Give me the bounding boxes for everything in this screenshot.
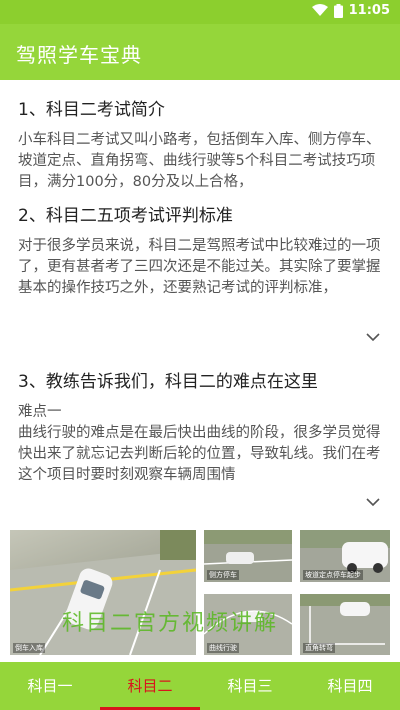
tab-subject-one[interactable]: 科目一	[0, 662, 100, 710]
banner-image-right-angle-turn[interactable]: 直角转弯	[300, 594, 390, 655]
section-exam-intro[interactable]: 1、科目二考试简介 小车科目二考试又叫小路考，包括倒车入库、侧方停车、坡道定点、…	[18, 98, 384, 193]
battery-icon	[333, 3, 343, 18]
chevron-down-icon[interactable]	[366, 330, 380, 344]
bottom-tab-bar: 科目一 科目二 科目三 科目四	[0, 662, 400, 710]
caption: 曲线行驶	[207, 643, 239, 653]
section-body: 小车科目二考试又叫小路考，包括倒车入库、侧方停车、坡道定点、直角拐弯、曲线行驶等…	[18, 132, 381, 190]
app-title: 驾照学车宝典	[16, 43, 142, 67]
banner-image-hill-start[interactable]: 坡道定点停车起步	[300, 530, 390, 582]
video-banner[interactable]: 倒车入库 侧方停车 坡道定点停车起步 曲线行驶 直角转弯 科目二官方视频讲解	[10, 530, 390, 655]
section-body: 难点一 曲线行驶的难点是在最后快出曲线的阶段，很多学员觉得快出来了就忘记去判断后…	[18, 404, 381, 483]
app-bar: 驾照学车宝典	[0, 24, 400, 80]
caption: 直角转弯	[303, 643, 335, 653]
status-icons: 11:05	[311, 3, 390, 18]
status-bar: 11:05	[0, 0, 400, 24]
banner-overlay-text: 科目二官方视频讲解	[62, 611, 279, 636]
status-time: 11:05	[348, 3, 390, 18]
wifi-icon	[311, 4, 328, 16]
tab-subject-two[interactable]: 科目二	[100, 662, 200, 710]
tab-subject-four[interactable]: 科目四	[300, 662, 400, 710]
caption: 倒车入库	[13, 643, 45, 653]
caption: 侧方停车	[207, 570, 239, 580]
section-body: 对于很多学员来说，科目二是驾照考试中比较难过的一项了，更有甚者考了三四次还是不能…	[18, 238, 381, 296]
caption: 坡道定点停车起步	[303, 570, 363, 580]
section-title: 2、科目二五项考试评判标准	[18, 206, 233, 226]
tab-subject-three[interactable]: 科目三	[200, 662, 300, 710]
chevron-down-icon[interactable]	[366, 495, 380, 509]
section-title: 3、教练告诉我们，科目二的难点在这里	[18, 372, 318, 392]
section-judging-standards[interactable]: 2、科目二五项考试评判标准 对于很多学员来说，科目二是驾照考试中比较难过的一项了…	[18, 204, 384, 299]
section-difficulties[interactable]: 3、教练告诉我们，科目二的难点在这里 难点一 曲线行驶的难点是在最后快出曲线的阶…	[18, 370, 384, 486]
section-title: 1、科目二考试简介	[18, 100, 165, 120]
banner-image-side-parking[interactable]: 侧方停车	[204, 530, 292, 582]
